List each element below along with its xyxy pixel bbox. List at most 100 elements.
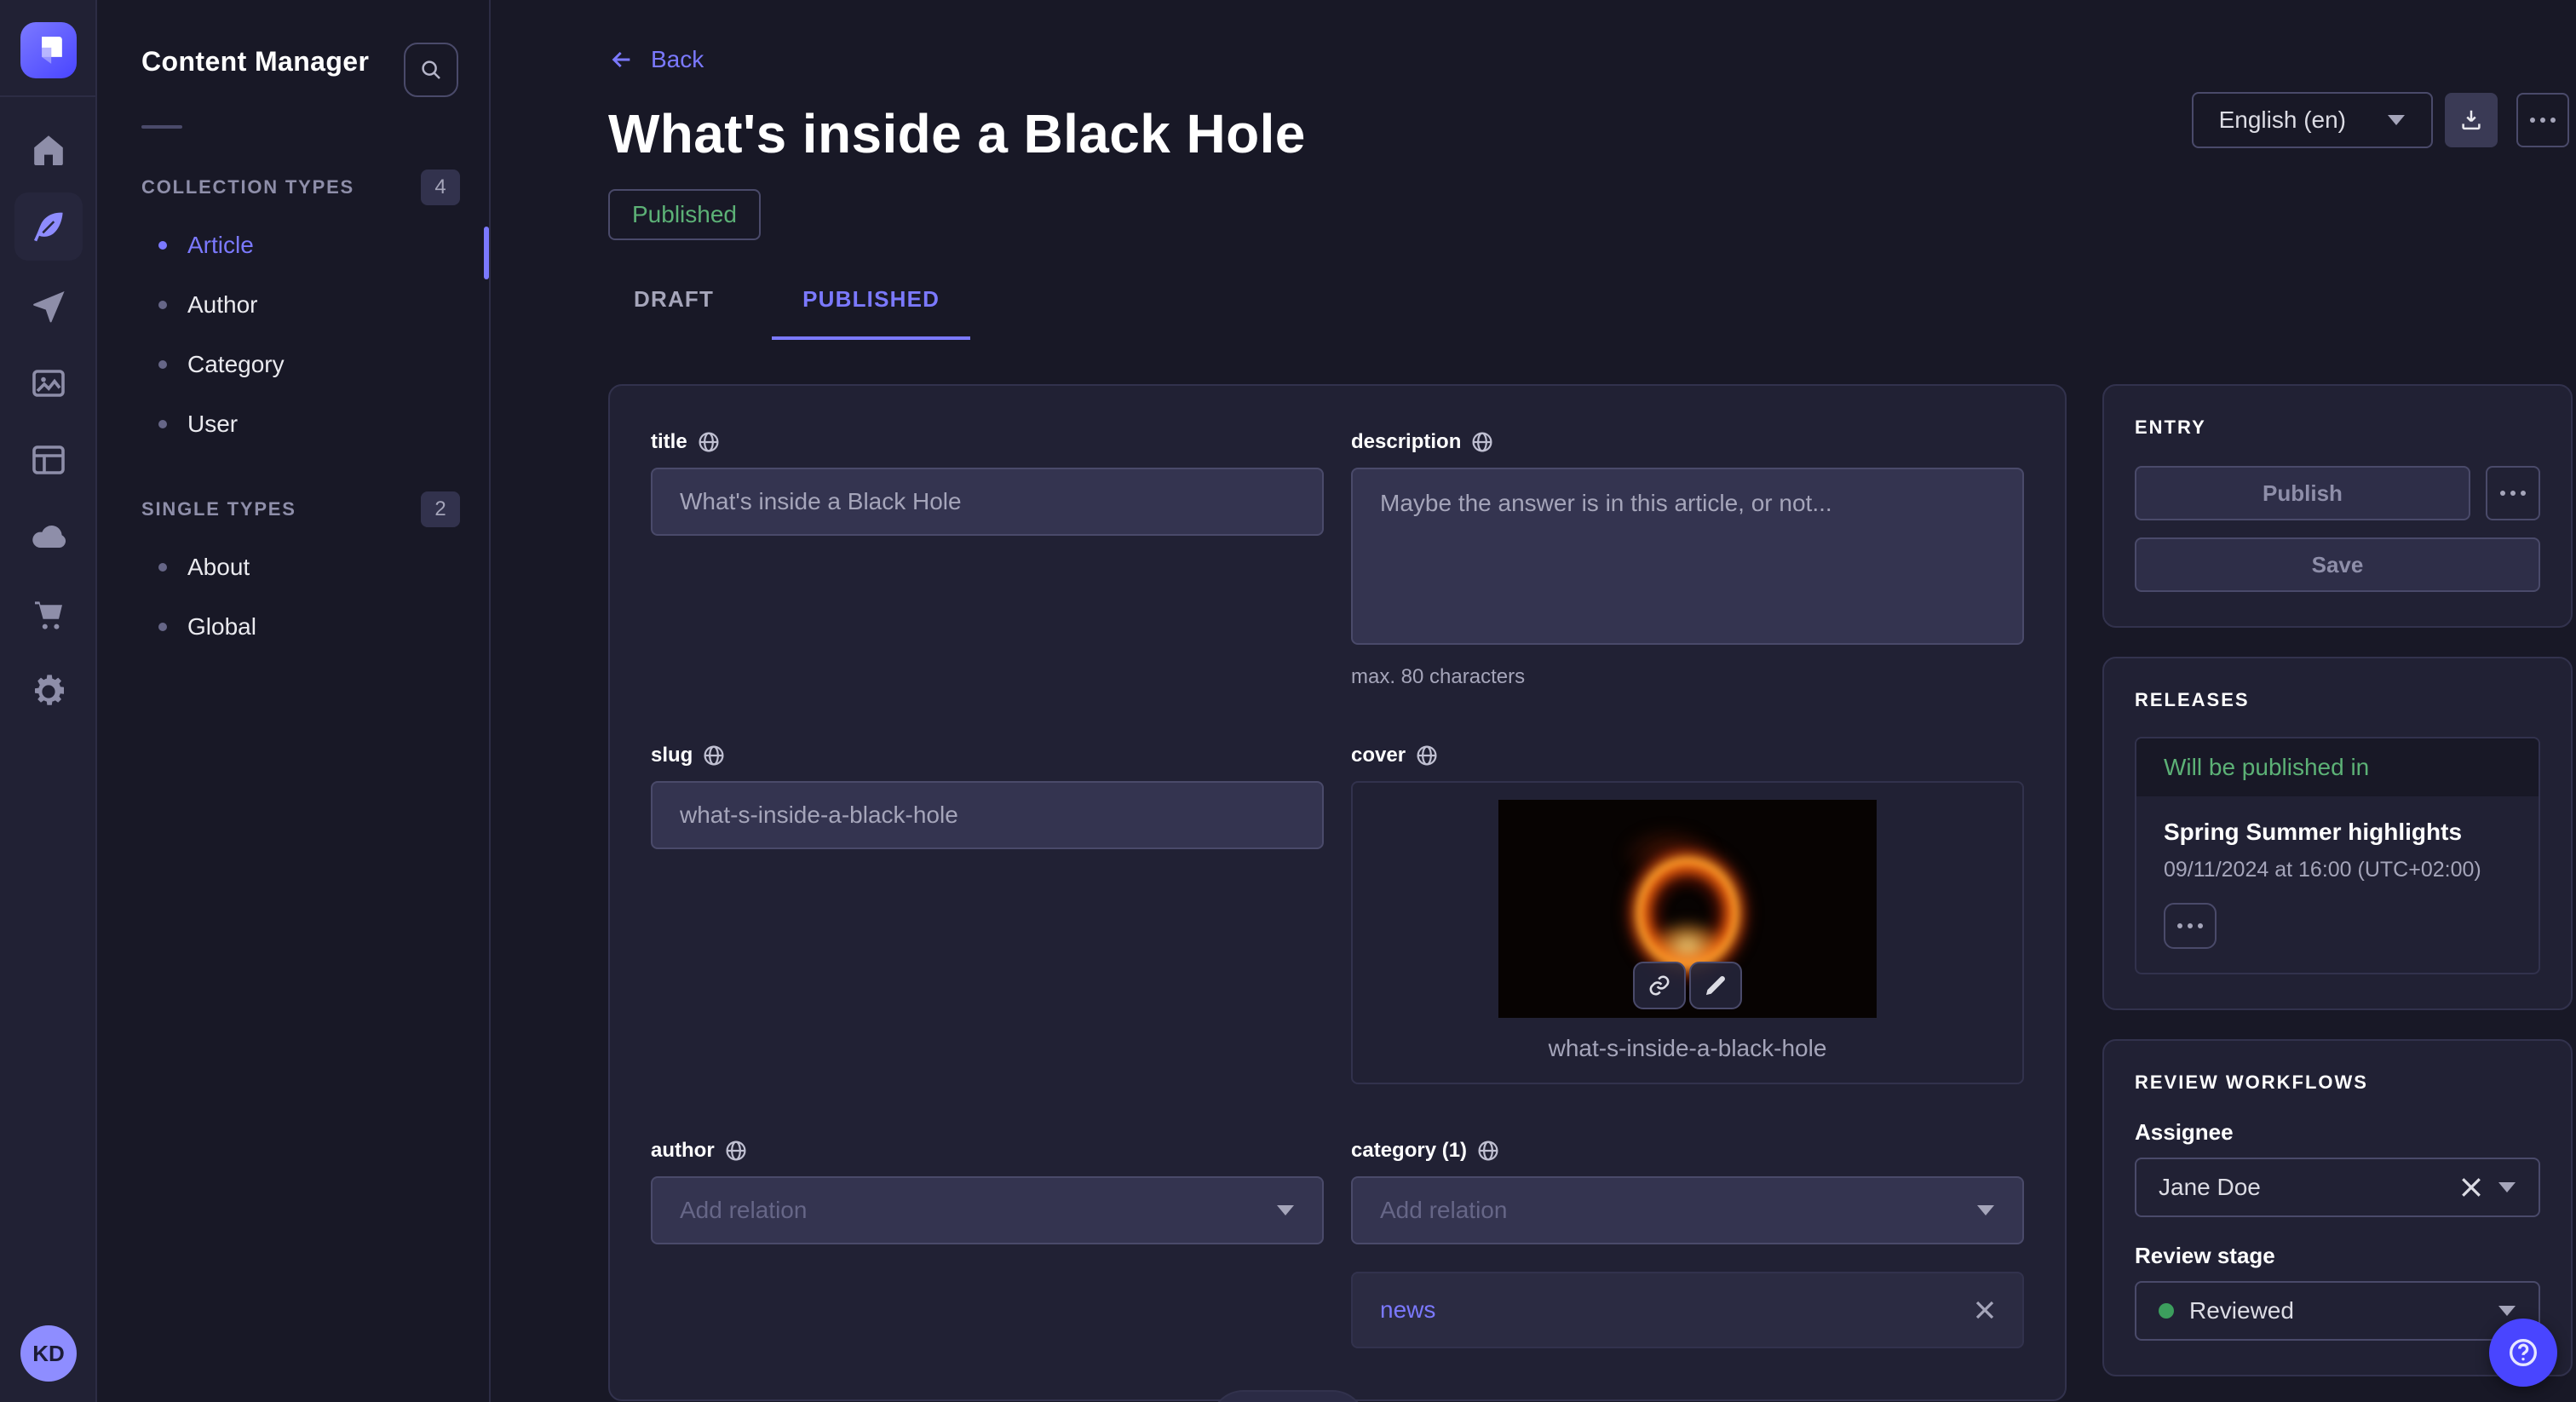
assignee-label: Assignee xyxy=(2135,1119,2540,1146)
subnav-divider xyxy=(141,125,182,129)
tab-published[interactable]: PUBLISHED xyxy=(772,286,970,340)
back-link[interactable]: Back xyxy=(608,46,704,73)
sidebar-item-article[interactable]: Article xyxy=(97,215,489,275)
label-text: description xyxy=(1351,430,1461,454)
cover-actions xyxy=(1633,962,1742,1009)
globe-icon xyxy=(698,431,720,453)
author-relation-select[interactable]: Add relation xyxy=(651,1176,1324,1244)
publish-button[interactable]: Publish xyxy=(2135,466,2470,520)
strapi-logo[interactable] xyxy=(20,22,77,78)
sidebar-item-label: User xyxy=(187,411,238,438)
entry-more-button[interactable] xyxy=(2486,466,2540,520)
help-button[interactable] xyxy=(2489,1319,2557,1387)
download-icon xyxy=(2458,107,2484,133)
bullet-icon xyxy=(158,420,167,428)
home-icon[interactable] xyxy=(28,129,69,170)
field-slug-label: slug xyxy=(651,744,1324,767)
settings-gear-icon[interactable] xyxy=(28,671,69,712)
status-badge: Published xyxy=(608,189,761,240)
search-button[interactable] xyxy=(404,43,458,97)
back-label: Back xyxy=(651,46,704,73)
cart-icon[interactable] xyxy=(28,595,69,635)
label-text: cover xyxy=(1351,744,1406,767)
collection-types-section-header: COLLECTION TYPES 4 xyxy=(141,170,460,205)
copy-link-button[interactable] xyxy=(1633,962,1686,1009)
release-body: Spring Summer highlights 09/11/2024 at 1… xyxy=(2136,796,2539,973)
label-text: title xyxy=(651,430,687,454)
tab-draft[interactable]: DRAFT xyxy=(634,286,714,340)
active-item-indicator xyxy=(484,227,489,279)
entry-actions: Publish xyxy=(2135,466,2540,520)
strapi-logo-icon xyxy=(32,34,65,66)
sidebar-item-global[interactable]: Global xyxy=(97,597,489,657)
chevron-down-icon xyxy=(2498,1181,2516,1193)
release-status: Will be published in xyxy=(2136,738,2539,796)
review-stage-label: Review stage xyxy=(2135,1243,2540,1269)
select-placeholder: Add relation xyxy=(1380,1197,1976,1224)
assignee-value: Jane Doe xyxy=(2159,1174,2445,1201)
cover-filename: what-s-inside-a-black-hole xyxy=(1370,1035,2005,1062)
entry-panel-title: ENTRY xyxy=(2135,417,2540,439)
review-stage-select[interactable]: Reviewed xyxy=(2135,1281,2540,1341)
app-window: KD Content Manager COLLECTION TYPES 4 Ar… xyxy=(0,0,2576,1402)
more-options-button[interactable] xyxy=(2516,93,2569,147)
title-input[interactable] xyxy=(651,468,1324,536)
field-slug: slug xyxy=(651,744,1324,1084)
locale-select[interactable]: English (en) xyxy=(2192,92,2433,148)
sidebar-item-author[interactable]: Author xyxy=(97,275,489,335)
send-icon[interactable] xyxy=(28,286,69,327)
remove-relation-icon[interactable] xyxy=(1975,1300,1995,1320)
subnav-title: Content Manager xyxy=(141,46,369,78)
release-name[interactable]: Spring Summer highlights xyxy=(2164,819,2511,846)
field-category-label: category (1) xyxy=(1351,1139,2024,1163)
pencil-icon xyxy=(1704,974,1728,997)
globe-icon xyxy=(703,744,725,767)
assignee-select[interactable]: Jane Doe xyxy=(2135,1158,2540,1217)
chevron-down-icon xyxy=(2498,1305,2516,1317)
field-title: title xyxy=(651,430,1324,689)
release-card: Will be published in Spring Summer highl… xyxy=(2135,737,2540,974)
cloud-icon[interactable] xyxy=(28,516,69,557)
chevron-down-icon xyxy=(1276,1204,1295,1216)
single-types-section-header: SINGLE TYPES 2 xyxy=(141,491,460,527)
relation-link[interactable]: news xyxy=(1380,1296,1975,1324)
sidebar-item-category[interactable]: Category xyxy=(97,335,489,394)
link-icon xyxy=(1647,974,1671,997)
description-textarea[interactable]: Maybe the answer is in this article, or … xyxy=(1351,468,2024,645)
section-label: COLLECTION TYPES xyxy=(141,176,354,198)
floating-action-pill[interactable] xyxy=(1210,1390,1366,1402)
save-button[interactable]: Save xyxy=(2135,537,2540,592)
main-content: English (en) Back What's inside a Black … xyxy=(491,0,2576,1402)
category-relation-select[interactable]: Add relation xyxy=(1351,1176,2024,1244)
clear-assignee-icon[interactable] xyxy=(2460,1176,2482,1198)
sidebar-item-label: About xyxy=(187,554,250,581)
releases-panel-title: RELEASES xyxy=(2135,689,2540,711)
section-label: SINGLE TYPES xyxy=(141,498,296,520)
user-avatar[interactable]: KD xyxy=(20,1325,77,1382)
arrow-left-icon xyxy=(608,46,635,73)
sidebar-item-user[interactable]: User xyxy=(97,394,489,454)
slug-input[interactable] xyxy=(651,781,1324,849)
bullet-icon xyxy=(158,360,167,369)
globe-icon xyxy=(1477,1140,1499,1162)
entry-form-card: title description Maybe the answe xyxy=(608,384,2067,1401)
field-cover: cover xyxy=(1351,744,2024,1084)
bullet-icon xyxy=(158,563,167,572)
bullet-icon xyxy=(158,623,167,631)
sidebar-item-about[interactable]: About xyxy=(97,537,489,597)
ellipsis-icon xyxy=(2530,118,2556,123)
relation-item-news: news xyxy=(1351,1272,2024,1348)
main-nav-rail: KD xyxy=(0,0,97,1402)
chevron-down-icon xyxy=(1976,1204,1995,1216)
content-type-builder-icon[interactable] xyxy=(28,440,69,480)
sidebar-item-label: Global xyxy=(187,613,256,641)
chevron-down-icon xyxy=(2387,114,2406,126)
sidebar-item-label: Article xyxy=(187,232,254,259)
media-library-icon[interactable] xyxy=(28,363,69,404)
release-more-button[interactable] xyxy=(2164,903,2217,949)
globe-icon xyxy=(1416,744,1438,767)
edit-asset-button[interactable] xyxy=(1689,962,1742,1009)
content-manager-nav-tile[interactable] xyxy=(14,192,83,261)
stage-value: Reviewed xyxy=(2189,1297,2482,1324)
export-button[interactable] xyxy=(2445,93,2498,147)
